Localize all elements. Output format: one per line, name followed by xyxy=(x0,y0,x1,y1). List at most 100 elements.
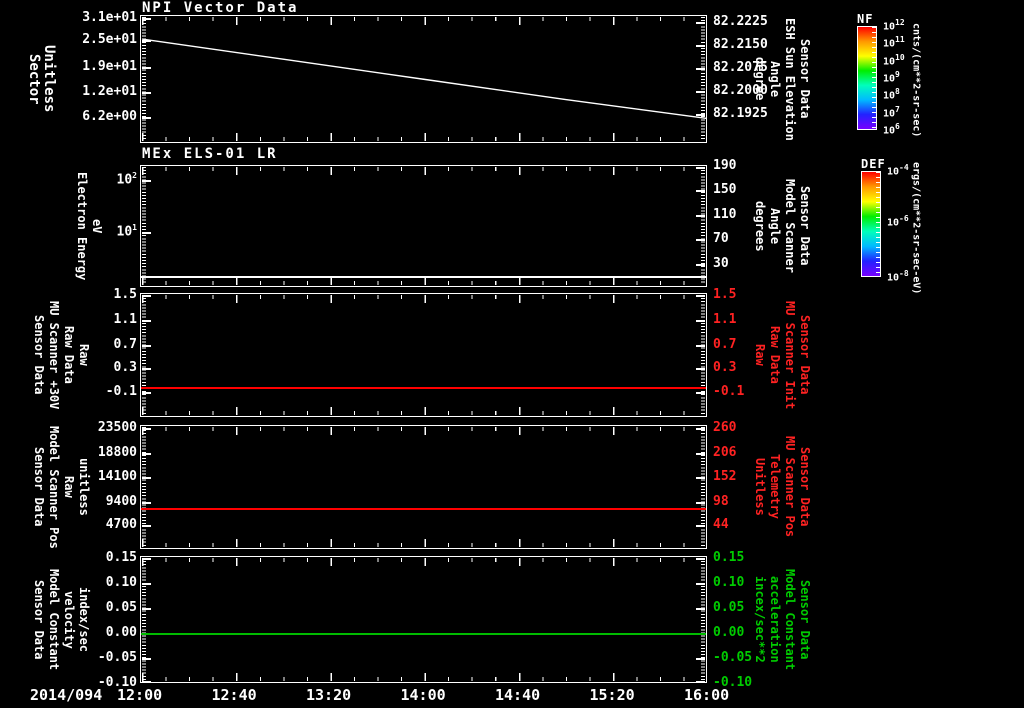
time-tick-label: 14:00 xyxy=(401,686,446,704)
tick-comb-y xyxy=(701,167,705,285)
time-tick-label: 12:40 xyxy=(212,686,257,704)
y-major-tick xyxy=(696,608,705,610)
axis-label-line: eV xyxy=(90,219,103,233)
vertical-axis-label: Sensor DataModel Scanner PosRawunitless xyxy=(30,425,92,549)
tick-comb-x xyxy=(142,558,705,566)
time-tick-label: 15:20 xyxy=(590,686,635,704)
y-tick-label: 0.00 xyxy=(713,626,744,640)
y-major-tick xyxy=(696,658,705,660)
axis-label-line: Sector xyxy=(27,54,40,105)
axis-label-line: ESH Sun Elevation xyxy=(783,18,796,141)
vertical-axis-label: Sensor DataModel Constantvelocityindex/s… xyxy=(30,556,92,683)
y-major-tick xyxy=(696,477,705,479)
els-spectrogram-canvas xyxy=(142,167,707,287)
axis-label-line: unitless xyxy=(77,458,90,516)
panel-model-constant-velocity-line xyxy=(140,556,707,683)
y-major-tick xyxy=(696,558,705,560)
colorbar-tick-label: 1011 xyxy=(883,37,905,49)
y-tick-label: 1.1 xyxy=(713,313,736,327)
y-tick-label: 206 xyxy=(713,446,736,460)
y-tick-label: 0.10 xyxy=(713,576,744,590)
axis-label-line: MU Scanner +30V xyxy=(47,301,60,409)
y-tick-label: -0.1 xyxy=(713,385,744,399)
y-major-tick xyxy=(696,525,705,527)
axis-label-line: velocity xyxy=(62,591,75,649)
y-major-tick xyxy=(696,428,705,430)
axis-label-line: Sensor Data xyxy=(798,39,811,118)
y-major-tick xyxy=(696,453,705,455)
axis-label-line: Raw Data xyxy=(62,326,75,384)
y-tick-label: 0.3 xyxy=(713,361,736,375)
tick-comb-x xyxy=(142,673,705,681)
axis-label-line: Raw xyxy=(77,344,90,366)
panel-model-scanner-pos-line xyxy=(140,425,707,549)
tick-comb-y xyxy=(142,558,146,681)
axis-label-line: Model Scanner xyxy=(783,179,796,273)
y-major-tick xyxy=(696,345,705,347)
y-tick-label: 152 xyxy=(713,470,736,484)
y-tick-label: 110 xyxy=(713,208,736,222)
scan-boundary-line xyxy=(141,276,706,278)
axis-label-line: Model Constant xyxy=(783,569,796,670)
colorbar-title: DEF xyxy=(861,157,886,171)
axis-label-line: Angle xyxy=(768,208,781,244)
y-major-tick xyxy=(142,453,151,455)
y-tick-label: 0.7 xyxy=(713,338,736,352)
axis-label-line: Sensor Data xyxy=(798,447,811,526)
time-tick-label: 13:20 xyxy=(306,686,351,704)
colorbar-tick-comb xyxy=(872,27,876,129)
axis-label-line: incex/sec**2 xyxy=(753,576,766,663)
panel-npi-sector-spectrogram xyxy=(140,15,707,143)
axis-label-line: Model Constant xyxy=(47,569,60,670)
axis-label-line: Electron Energy xyxy=(75,172,88,280)
y-major-tick xyxy=(142,502,151,504)
vertical-axis-label: Sensor DataMU Scanner PosTelemetryUnitle… xyxy=(753,425,811,549)
y-major-tick xyxy=(142,525,151,527)
axis-label-line: Sensor Data xyxy=(798,580,811,659)
y-tick-label: -0.10 xyxy=(713,676,752,690)
y-major-tick xyxy=(696,502,705,504)
vertical-axis-label: Sensor DataMU Scanner +30VRaw DataRaw xyxy=(30,293,92,417)
colorbar-tick-label: 1010 xyxy=(883,55,905,67)
axis-label-line: Sensor Data xyxy=(32,447,45,526)
colorbar-units-label: ergs/(cm**2-sr-sec-eV) xyxy=(906,160,926,296)
colorbar-tick-label: 109 xyxy=(883,72,900,84)
colorbar-tick-label: 108 xyxy=(883,89,900,101)
axis-label-line: Unitless xyxy=(42,45,55,112)
tick-comb-y xyxy=(142,167,146,285)
panel1-title: NPI Vector Data xyxy=(142,0,298,16)
axis-label-line: MU Scanner Init xyxy=(783,301,796,409)
y-tick-label: -0.05 xyxy=(713,651,752,665)
y-major-tick xyxy=(142,428,151,430)
y-tick-label: 260 xyxy=(713,421,736,435)
vertical-axis-label: Sensor DataESH Sun ElevationAngledegree xyxy=(753,15,811,143)
y-major-tick xyxy=(696,215,705,217)
y-tick-label: 30 xyxy=(713,257,729,271)
y-tick-label: 0.15 xyxy=(713,551,744,565)
colorbar-units-label: cnts/(cm**2-sr-sec) xyxy=(906,18,926,142)
y-tick-label: 190 xyxy=(713,159,736,173)
y-major-tick xyxy=(696,295,705,297)
y-major-tick xyxy=(696,190,705,192)
y-major-tick xyxy=(696,681,705,683)
y-tick-label: 1.5 xyxy=(713,288,736,302)
y-major-tick xyxy=(142,681,151,683)
y-major-tick xyxy=(142,608,151,610)
y-major-tick xyxy=(696,583,705,585)
y-tick-label: 150 xyxy=(713,183,736,197)
y-major-tick xyxy=(696,320,705,322)
axis-label-line: Model Scanner Pos xyxy=(47,426,60,549)
axis-label-line: degree xyxy=(753,57,766,100)
vertical-axis-label: Sensor DataMU Scanner InitRaw DataRaw xyxy=(753,293,811,417)
y-major-tick xyxy=(142,658,151,660)
y-tick-label: 70 xyxy=(713,232,729,246)
colorbar-units-text: ergs/(cm**2-sr-sec-eV) xyxy=(910,162,923,294)
y-major-tick xyxy=(142,345,151,347)
y-major-tick xyxy=(142,392,151,394)
sun-elevation-overlay-line xyxy=(142,17,707,143)
axis-label-line: Raw xyxy=(753,344,766,366)
y-tick-label: 0.05 xyxy=(713,601,744,615)
y-major-tick xyxy=(696,239,705,241)
colorbar-tick-label: 106 xyxy=(883,124,900,136)
multi-panel-science-plot: NPI Vector Data MEx ELS-01 LR 2014/094 1… xyxy=(0,0,1024,708)
